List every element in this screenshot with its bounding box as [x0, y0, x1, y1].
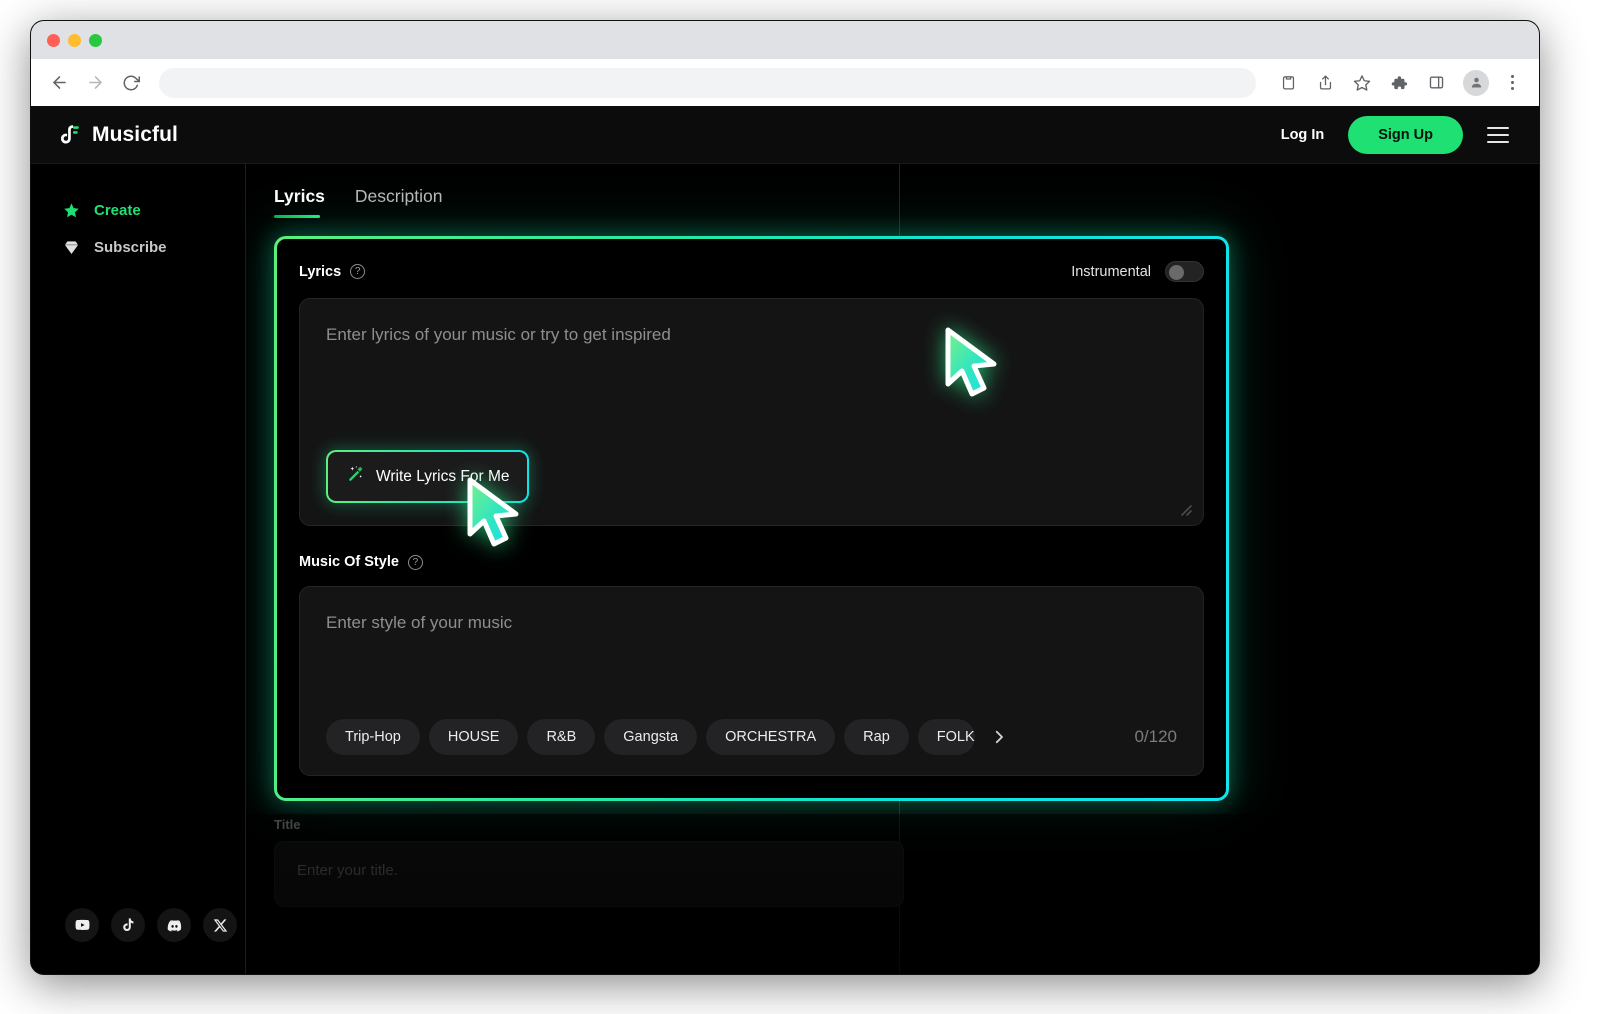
instrumental-toggle[interactable]	[1165, 261, 1204, 282]
resize-handle[interactable]	[1177, 501, 1193, 517]
highlighted-region: Lyrics ? Instrumental Enter lyrics of yo…	[274, 236, 1229, 801]
browser-toolbar	[31, 59, 1539, 106]
help-icon[interactable]: ?	[350, 264, 365, 279]
diamond-icon	[63, 239, 80, 256]
discord-icon[interactable]	[157, 908, 191, 942]
lyrics-input[interactable]: Enter lyrics of your music or try to get…	[299, 298, 1204, 526]
header-actions: Log In Sign Up	[1281, 116, 1509, 154]
clipboard-icon[interactable]	[1273, 68, 1303, 98]
title-input[interactable]: Enter your title.	[274, 841, 904, 907]
signup-button[interactable]: Sign Up	[1348, 116, 1463, 154]
musicful-note-icon	[56, 122, 82, 148]
form-tabs: Lyrics Description	[274, 186, 1539, 218]
instrumental-control: Instrumental	[1071, 261, 1204, 282]
app-header: Musicful Log In Sign Up	[31, 106, 1539, 164]
tab-lyrics[interactable]: Lyrics	[274, 186, 325, 218]
style-tag[interactable]: FOLK	[918, 719, 975, 755]
style-tag[interactable]: ORCHESTRA	[706, 719, 835, 755]
style-char-counter: 0/120	[1134, 727, 1177, 747]
reload-icon[interactable]	[115, 67, 147, 99]
app-body: Create Subscribe	[31, 164, 1539, 974]
write-lyrics-button-label: Write Lyrics For Me	[376, 468, 509, 486]
style-tag[interactable]: R&B	[527, 719, 595, 755]
sidebar-item-label: Subscribe	[94, 239, 167, 256]
tab-description[interactable]: Description	[355, 186, 443, 218]
youtube-icon[interactable]	[65, 908, 99, 942]
profile-avatar-icon[interactable]	[1463, 70, 1489, 96]
browser-window: Musicful Log In Sign Up Create	[30, 20, 1540, 975]
style-tag[interactable]: Rap	[844, 719, 909, 755]
extensions-puzzle-icon[interactable]	[1384, 68, 1414, 98]
style-field-header: Music Of Style ?	[299, 554, 1204, 570]
sidebar: Create Subscribe	[31, 164, 246, 974]
magic-wand-icon	[346, 464, 366, 489]
lyrics-placeholder: Enter lyrics of your music or try to get…	[326, 325, 1177, 345]
style-input[interactable]: Enter style of your music Trip-Hop HOUSE…	[299, 586, 1204, 776]
window-minimize-button[interactable]	[68, 34, 81, 47]
bookmark-star-icon[interactable]	[1347, 68, 1377, 98]
sidebar-item-label: Create	[94, 202, 141, 219]
lyrics-label: Lyrics	[299, 264, 341, 280]
kebab-menu-icon[interactable]	[1499, 75, 1525, 90]
star-icon	[63, 202, 80, 219]
title-placeholder: Enter your title.	[297, 862, 398, 879]
sidebar-item-subscribe[interactable]: Subscribe	[31, 229, 245, 266]
title-section: Title Enter your title.	[274, 817, 904, 907]
style-placeholder: Enter style of your music	[326, 613, 1177, 633]
login-button[interactable]: Log In	[1281, 127, 1325, 143]
sidebar-item-create[interactable]: Create	[31, 192, 245, 229]
app-viewport: Musicful Log In Sign Up Create	[31, 106, 1539, 974]
brand-logo[interactable]: Musicful	[56, 122, 178, 148]
style-label: Music Of Style	[299, 554, 399, 570]
create-form: Lyrics Description Lyrics ? Instrumental	[246, 164, 1539, 907]
back-icon[interactable]	[43, 67, 75, 99]
window-close-button[interactable]	[47, 34, 60, 47]
window-maximize-button[interactable]	[89, 34, 102, 47]
lyrics-field-header: Lyrics ? Instrumental	[299, 261, 1204, 282]
help-icon[interactable]: ?	[408, 555, 423, 570]
style-section: Music Of Style ? Enter style of your mus…	[299, 554, 1204, 776]
style-tag[interactable]: HOUSE	[429, 719, 519, 755]
brand-name: Musicful	[92, 123, 178, 147]
style-tag-list: Trip-Hop HOUSE R&B Gangsta ORCHESTRA Rap…	[326, 719, 1177, 755]
style-tag[interactable]: Gangsta	[604, 719, 697, 755]
chevron-right-icon[interactable]	[984, 728, 1014, 746]
main-content: Lyrics Description Lyrics ? Instrumental	[246, 164, 1539, 974]
x-twitter-icon[interactable]	[203, 908, 237, 942]
side-panel-icon[interactable]	[1421, 68, 1451, 98]
tiktok-icon[interactable]	[111, 908, 145, 942]
title-label: Title	[274, 817, 904, 832]
instrumental-label: Instrumental	[1071, 264, 1151, 280]
forward-icon[interactable]	[79, 67, 111, 99]
social-links	[31, 908, 245, 974]
share-icon[interactable]	[1310, 68, 1340, 98]
hamburger-icon[interactable]	[1487, 127, 1509, 143]
style-tag[interactable]: Trip-Hop	[326, 719, 420, 755]
address-bar[interactable]	[159, 68, 1256, 98]
write-lyrics-button[interactable]: Write Lyrics For Me	[326, 450, 529, 503]
browser-titlebar	[31, 21, 1539, 59]
